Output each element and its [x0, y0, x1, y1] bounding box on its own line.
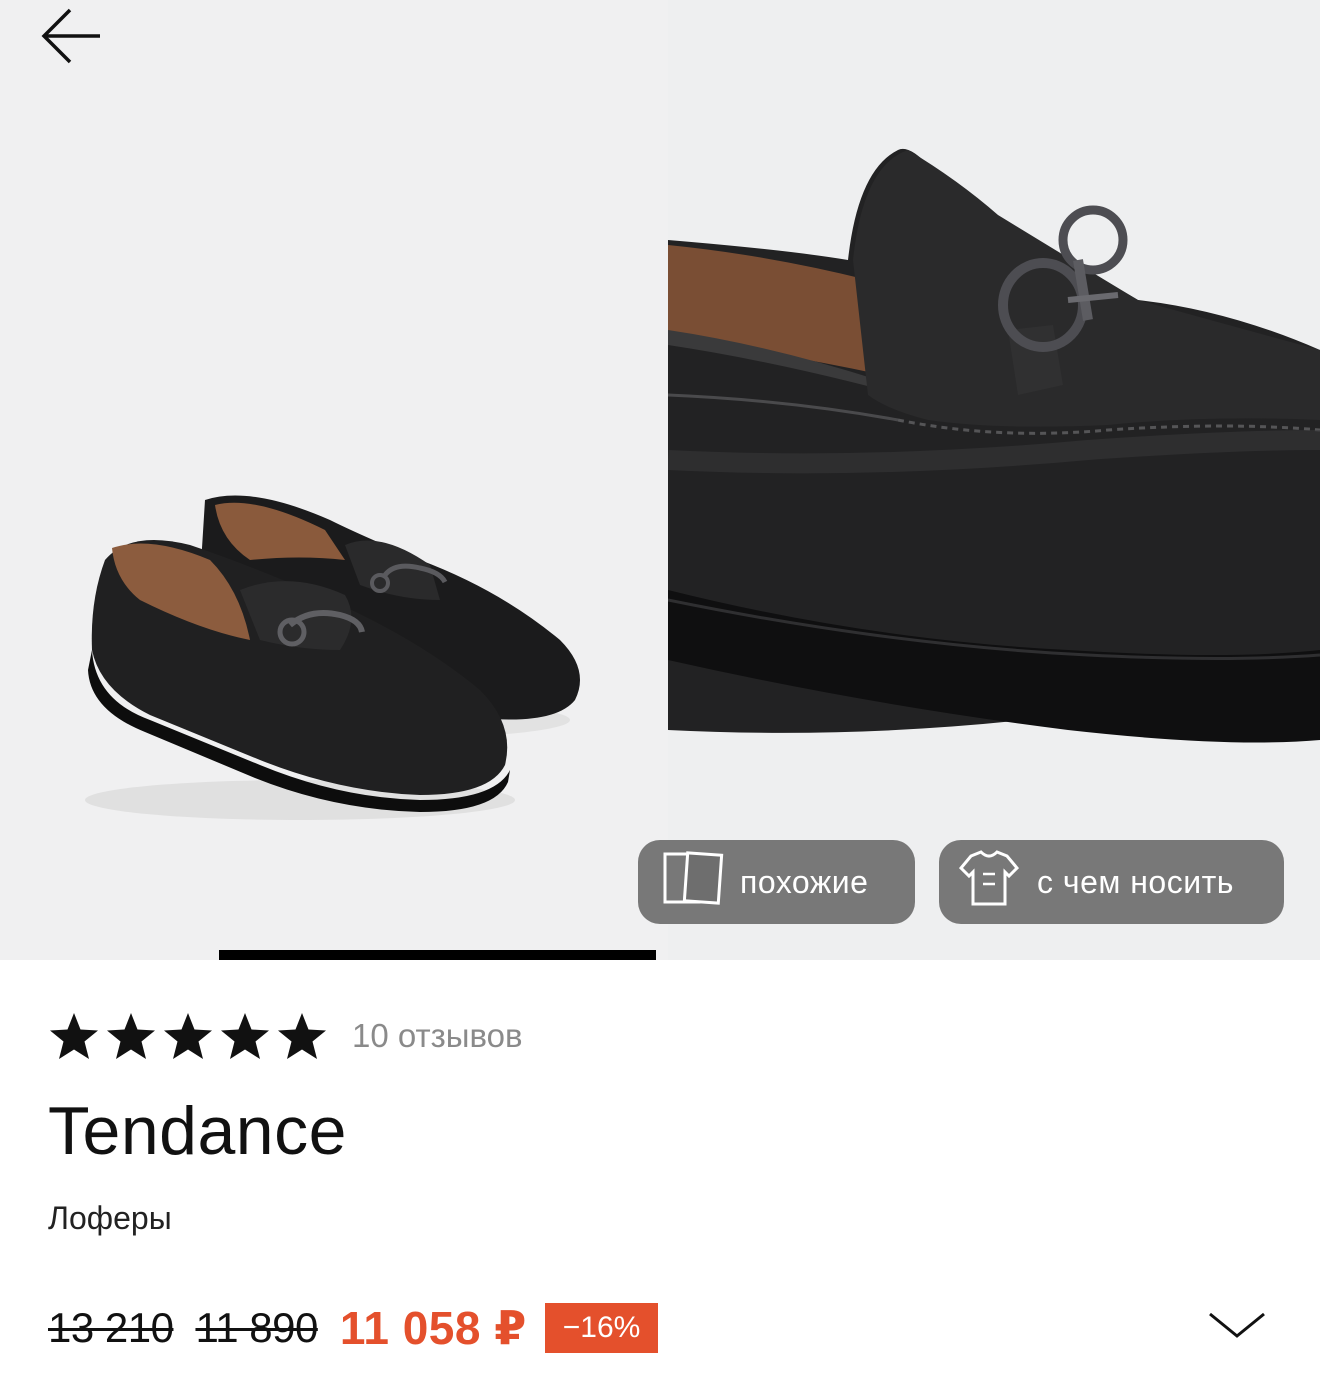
product-photo-closeup[interactable]: [668, 0, 1320, 960]
chevron-down-icon: [1209, 1312, 1265, 1338]
old-price-original: 13 210: [48, 1304, 174, 1351]
arrow-left-icon: [41, 8, 100, 64]
star-icon: [107, 1013, 155, 1059]
similar-button[interactable]: похожие: [638, 840, 915, 924]
expand-price-button[interactable]: [1204, 1300, 1270, 1350]
product-brand[interactable]: Tendance: [48, 1092, 347, 1170]
star-icon: [278, 1013, 326, 1059]
back-button[interactable]: [36, 4, 108, 68]
similar-label: похожие: [740, 863, 869, 900]
star-icon: [164, 1013, 212, 1059]
reviews-link[interactable]: 10 отзывов: [352, 1017, 523, 1055]
star-icon: [50, 1013, 98, 1059]
product-category: Лоферы: [48, 1200, 172, 1236]
price-row: 13 210 11 890 11 058 ₽ −16%: [48, 1296, 659, 1360]
product-gallery[interactable]: похожие с чем носить: [0, 0, 1320, 960]
old-price-sale: 11 890: [195, 1304, 318, 1351]
gallery-progress-indicator: [219, 950, 656, 960]
loafer-closeup-image: [668, 148, 1320, 743]
product-photo-pair[interactable]: [0, 0, 668, 960]
star-icon: [221, 1013, 269, 1059]
rating-stars: [48, 1011, 328, 1061]
what-to-wear-button[interactable]: с чем носить: [939, 840, 1284, 924]
cards-icon: [662, 849, 724, 915]
rating-row[interactable]: 10 отзывов: [48, 1008, 523, 1064]
loafers-pair-image: [85, 495, 580, 820]
tshirt-icon: [957, 848, 1021, 916]
current-price: 11 058 ₽: [339, 1302, 527, 1354]
discount-badge: −16%: [544, 1303, 659, 1353]
what-to-wear-label: с чем носить: [1037, 863, 1234, 900]
